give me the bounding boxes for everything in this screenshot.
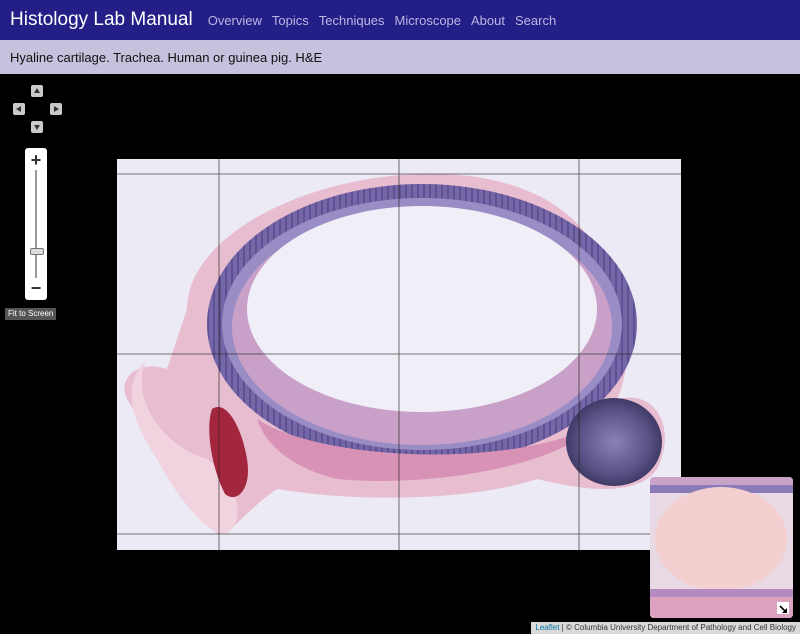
- pan-left-button[interactable]: [13, 103, 25, 115]
- slide-image[interactable]: [117, 159, 681, 550]
- slide-title-bar: Hyaline cartilage. Trachea. Human or gui…: [0, 40, 800, 74]
- nav-topics[interactable]: Topics: [272, 13, 309, 28]
- slide-title: Hyaline cartilage. Trachea. Human or gui…: [10, 49, 323, 65]
- zoom-out-button[interactable]: −: [25, 278, 47, 298]
- arrow-left-icon: [16, 106, 21, 112]
- arrow-up-icon: [34, 88, 40, 93]
- attribution-separator: |: [561, 623, 564, 632]
- arrow-down-icon: [34, 125, 40, 130]
- zoom-slider-knob[interactable]: [30, 248, 44, 255]
- site-brand[interactable]: Histology Lab Manual: [10, 9, 193, 31]
- minimize-icon: [779, 605, 787, 613]
- nav-techniques[interactable]: Techniques: [319, 13, 385, 28]
- zoom-slider-control: + −: [25, 148, 47, 300]
- minimap-toggle[interactable]: [777, 602, 789, 614]
- copyright-text: © Columbia University Department of Path…: [565, 623, 796, 632]
- nav-microscope[interactable]: Microscope: [395, 13, 461, 28]
- arrow-right-icon: [54, 106, 59, 112]
- slide-viewer[interactable]: + − Fit to Screen Leaflet | © Columbia U…: [0, 74, 800, 634]
- zoom-track[interactable]: [35, 170, 37, 278]
- leaflet-link[interactable]: Leaflet: [535, 623, 559, 632]
- nav-search[interactable]: Search: [515, 13, 556, 28]
- zoom-in-button[interactable]: +: [25, 150, 47, 170]
- pan-down-button[interactable]: [31, 121, 43, 133]
- nav-about[interactable]: About: [471, 13, 505, 28]
- minimap-image: [650, 477, 793, 618]
- nav-overview[interactable]: Overview: [208, 13, 262, 28]
- pan-up-button[interactable]: [31, 85, 43, 97]
- minimap[interactable]: [650, 477, 793, 618]
- navbar: Histology Lab Manual Overview Topics Tec…: [0, 0, 800, 40]
- fit-to-screen-button[interactable]: Fit to Screen: [5, 308, 57, 320]
- pan-control: [0, 74, 80, 144]
- attribution: Leaflet | © Columbia University Departme…: [531, 622, 800, 634]
- pan-right-button[interactable]: [50, 103, 62, 115]
